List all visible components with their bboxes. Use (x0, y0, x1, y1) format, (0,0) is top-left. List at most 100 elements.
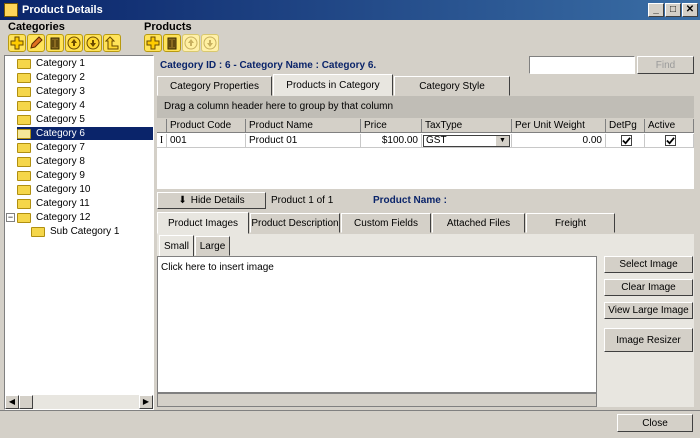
edit-category-button[interactable] (27, 34, 45, 52)
tab-attached-files[interactable]: Attached Files (432, 213, 525, 233)
folder-icon (17, 86, 31, 97)
categories-header: Categories (8, 21, 65, 33)
add-product-button[interactable] (144, 34, 162, 52)
move-down-icon (203, 36, 217, 50)
tree-item[interactable]: Category 10 (17, 183, 92, 196)
tab-category-properties[interactable]: Category Properties (157, 76, 272, 96)
image-resizer-button[interactable]: Image Resizer (604, 328, 693, 352)
maximize-button[interactable]: □ (665, 3, 681, 17)
hide-details-button[interactable]: ⬇ Hide Details (157, 192, 266, 209)
cell-price[interactable]: $100.00 (361, 134, 422, 148)
col-active[interactable]: Active (645, 119, 694, 133)
tree-hscrollbar[interactable]: ◀ ▶ (5, 395, 153, 409)
open-folder-icon (17, 128, 31, 139)
active-checkbox[interactable] (665, 135, 676, 146)
row-header (157, 119, 167, 133)
chevron-down-icon[interactable]: ▼ (496, 136, 509, 146)
col-detpg[interactable]: DetPg (606, 119, 645, 133)
folder-icon (17, 100, 31, 111)
cell-product-name[interactable]: Product 01 (246, 134, 361, 148)
scroll-left-icon[interactable]: ◀ (5, 395, 19, 409)
folder-icon (17, 58, 31, 69)
cell-detpg[interactable] (606, 134, 645, 148)
tab-product-description[interactable]: Product Description (250, 213, 340, 233)
image-hscrollbar[interactable] (157, 393, 597, 407)
tab-large[interactable]: Large (195, 236, 230, 256)
collapse-toggle[interactable]: − (6, 213, 15, 222)
scroll-thumb[interactable] (19, 395, 33, 409)
tree-item-selected[interactable]: Category 6 (17, 127, 153, 140)
folder-icon (17, 184, 31, 195)
group-by-bar[interactable]: Drag a column header here to group by th… (157, 96, 694, 118)
detpg-checkbox[interactable] (621, 135, 632, 146)
col-product-name[interactable]: Product Name (246, 119, 361, 133)
app-icon (4, 3, 18, 17)
tab-custom-fields[interactable]: Custom Fields (341, 213, 431, 233)
category-header: Category ID : 6 - Category Name : Catego… (160, 60, 377, 71)
minimize-button[interactable]: _ (648, 3, 664, 17)
tree-item[interactable]: Category 2 (17, 71, 87, 84)
add-icon (146, 36, 160, 50)
col-product-code[interactable]: Product Code (167, 119, 246, 133)
title-bar: Product Details _ □ ✕ (0, 0, 700, 20)
cell-weight[interactable]: 0.00 (512, 134, 606, 148)
select-image-button[interactable]: Select Image (604, 256, 693, 273)
folder-icon (31, 226, 45, 237)
add-category-button[interactable] (8, 34, 26, 52)
tab-products-in-category[interactable]: Products in Category (273, 74, 393, 96)
tab-product-images[interactable]: Product Images (157, 212, 249, 234)
edit-icon (30, 36, 43, 49)
row-indicator: I (157, 134, 167, 148)
category-tree[interactable]: Category 1 Category 2 Category 3 Categor… (4, 55, 154, 410)
close-button[interactable]: Close (617, 414, 693, 432)
tab-small[interactable]: Small (159, 235, 194, 257)
find-button[interactable]: Find (637, 56, 694, 74)
col-tax-type[interactable]: TaxType (422, 119, 512, 133)
cell-tax-type[interactable]: GST ▼ (422, 134, 512, 148)
tree-item[interactable]: Category 5 (17, 113, 87, 126)
window-title: Product Details (22, 4, 103, 16)
tree-item[interactable]: Category 9 (17, 169, 87, 182)
tree-item[interactable]: Category 3 (17, 85, 87, 98)
tree-item[interactable]: Category 7 (17, 141, 87, 154)
tree-item[interactable]: Category 11 (17, 197, 92, 210)
move-category-up-button[interactable] (65, 34, 83, 52)
image-drop-area[interactable]: Click here to insert image (157, 256, 597, 393)
search-input[interactable] (529, 56, 635, 74)
tab-category-style[interactable]: Category Style (394, 76, 510, 96)
close-window-button[interactable]: ✕ (682, 3, 698, 17)
move-up-icon (67, 36, 81, 50)
clear-image-button[interactable]: Clear Image (604, 279, 693, 296)
move-category-down-button[interactable] (84, 34, 102, 52)
move-down-icon (86, 36, 100, 50)
product-name-label: Product Name : (373, 195, 447, 206)
tab-freight[interactable]: Freight (526, 213, 615, 233)
tree-item[interactable]: Category 4 (17, 99, 87, 112)
products-header: Products (144, 21, 192, 33)
col-per-unit-weight[interactable]: Per Unit Weight (512, 119, 606, 133)
col-price[interactable]: Price (361, 119, 422, 133)
tree-item[interactable]: Category 12 (17, 211, 92, 224)
checkmark-icon (622, 137, 631, 145)
folder-icon (17, 156, 31, 167)
view-large-image-button[interactable]: View Large Image (604, 302, 693, 319)
tree-item[interactable]: Category 8 (17, 155, 87, 168)
move-up-icon (184, 36, 198, 50)
move-level-icon (105, 36, 119, 50)
tree-item[interactable]: Category 1 (17, 57, 87, 70)
cell-product-code[interactable]: 001 (167, 134, 246, 148)
delete-category-button[interactable] (46, 34, 64, 52)
bottom-divider (0, 410, 700, 411)
checkmark-icon (666, 137, 675, 145)
arrow-down-icon: ⬇ (178, 195, 187, 206)
move-product-up-button[interactable] (182, 34, 200, 52)
folder-icon (17, 212, 31, 223)
tree-item-child[interactable]: Sub Category 1 (31, 225, 122, 238)
scroll-right-icon[interactable]: ▶ (139, 395, 153, 409)
products-grid[interactable]: Product Code Product Name Price TaxType … (157, 119, 694, 189)
cell-active[interactable] (645, 134, 694, 148)
delete-icon (50, 37, 60, 50)
move-category-level-button[interactable] (103, 34, 121, 52)
delete-product-button[interactable] (163, 34, 181, 52)
move-product-down-button[interactable] (201, 34, 219, 52)
